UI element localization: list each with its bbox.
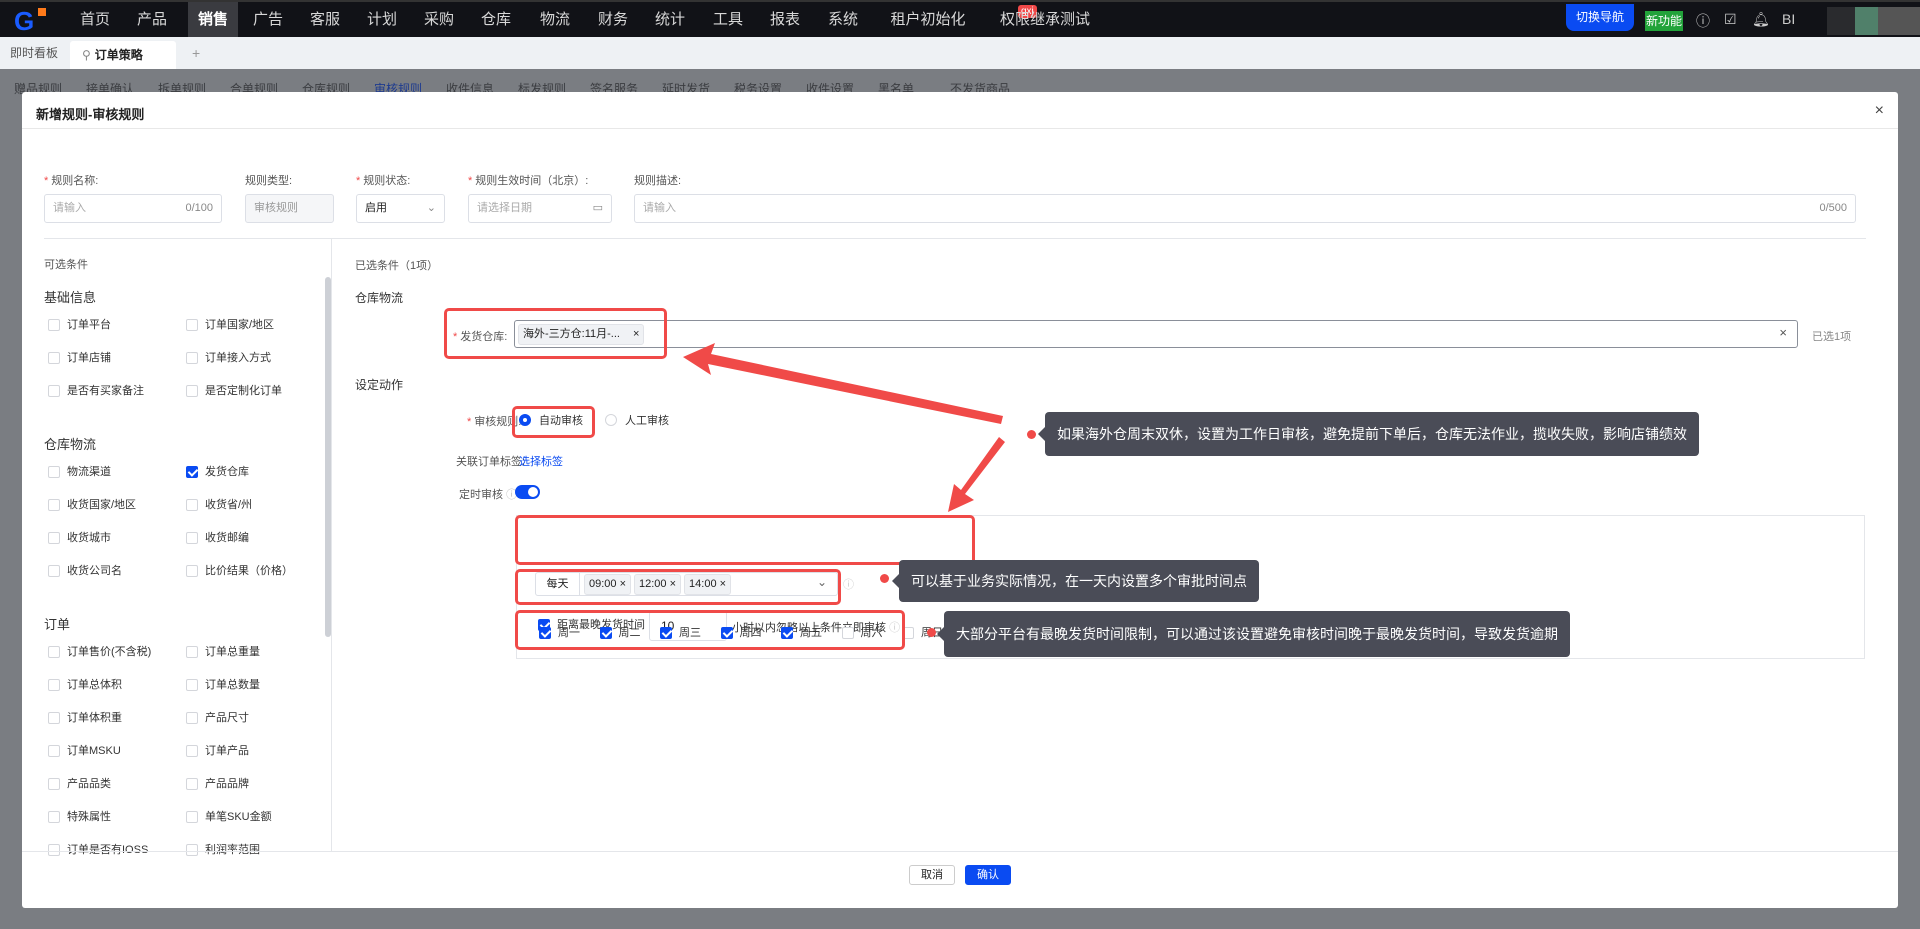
annotation-tooltip-latest: 大部分平台有最晚发货时间限制，可以通过该设置避免审核时间晚于最晚发货时间，导致发… xyxy=(937,611,1570,657)
arrow-to-weekdays xyxy=(948,437,1005,512)
annotation-tooltip-timepoints: 可以基于业务实际情况，在一天内设置多个审批时间点 xyxy=(892,560,1259,602)
annotation-dot xyxy=(1027,430,1036,439)
annotation-tooltip-weekend: 如果海外仓周末双休，设置为工作日审核，避免提前下单后，仓库无法作业，揽收失败，影… xyxy=(1038,412,1699,456)
annotation-arrows xyxy=(683,343,1005,512)
arrow-to-warehouse xyxy=(683,343,1003,424)
annotation-dot xyxy=(880,574,889,583)
annotation-dot xyxy=(927,628,936,637)
